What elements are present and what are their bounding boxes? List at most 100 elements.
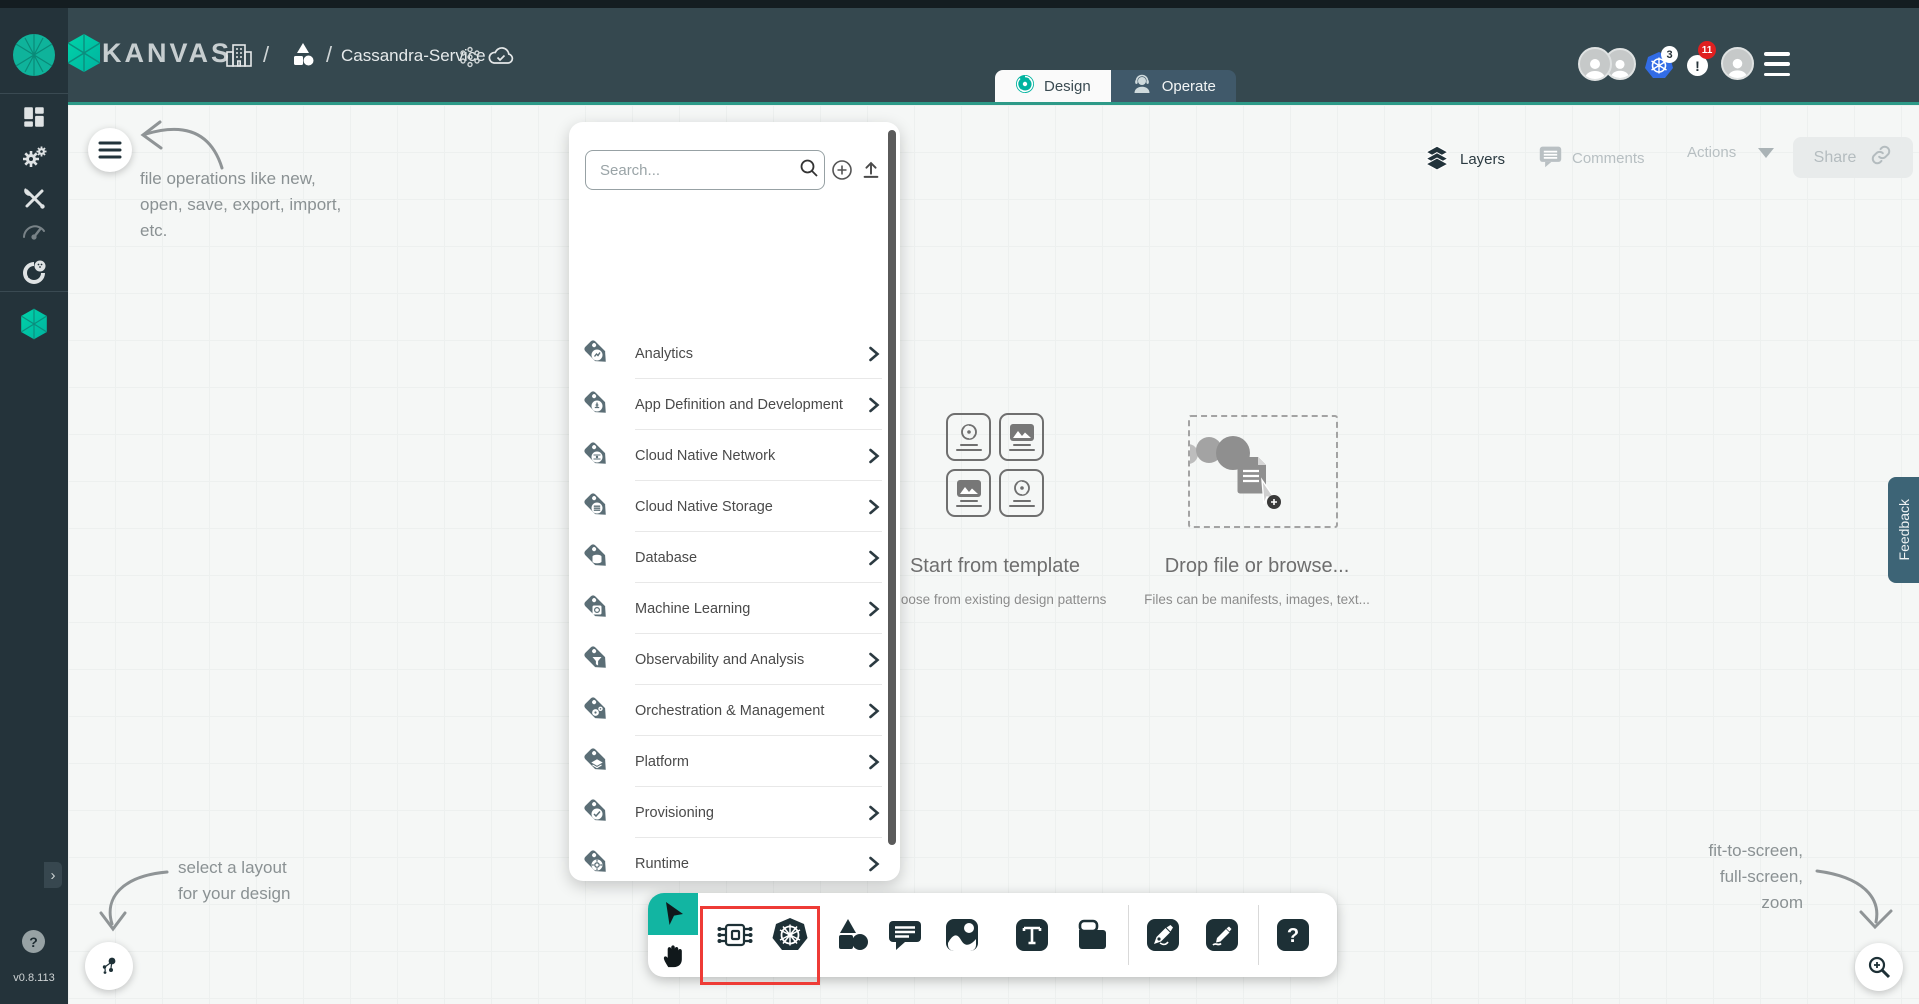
sidebar-divider <box>0 93 68 94</box>
upload-icon[interactable] <box>858 157 884 183</box>
sidebar-item-catalog[interactable] <box>0 259 68 287</box>
category-label: Cloud Native Network <box>635 448 868 464</box>
category-row-app-definition[interactable]: App Definition and Development <box>569 379 900 430</box>
category-label: Runtime <box>635 856 868 872</box>
chevron-right-icon <box>868 397 880 413</box>
actions-menu[interactable]: Actions <box>1687 144 1774 161</box>
category-row-cloud-native-network[interactable]: Cloud Native Network <box>569 430 900 481</box>
category-label: Analytics <box>635 346 868 362</box>
annotation-zoom-controls: fit-to-screen, full-screen, zoom <box>1709 838 1803 916</box>
template-card-image-icon <box>999 413 1044 461</box>
category-label: App Definition and Development <box>635 397 868 413</box>
template-card-image-icon <box>946 469 991 517</box>
chevron-right-icon <box>868 550 880 566</box>
pan-tool[interactable] <box>648 935 698 977</box>
sidebar-divider <box>0 291 68 292</box>
chevron-right-icon <box>868 601 880 617</box>
category-row-analytics[interactable]: Analytics <box>569 328 900 379</box>
start-from-template-widget[interactable] <box>946 413 1044 517</box>
app-sidebar: › ? v0.8.113 <box>0 8 68 1004</box>
workspace-icon[interactable] <box>288 41 318 76</box>
category-label: Machine Learning <box>635 601 868 617</box>
category-label: Database <box>635 550 868 566</box>
canvas-toolbar: ? <box>648 893 1337 977</box>
sidebar-item-settings[interactable] <box>0 144 68 170</box>
design-logo-icon <box>1015 74 1035 98</box>
integration-chip-icon <box>715 918 755 952</box>
tag-icon <box>581 490 615 524</box>
freehand-draw-tool[interactable] <box>1194 893 1250 977</box>
category-label: Provisioning <box>635 805 868 821</box>
apply-layout-button[interactable] <box>85 942 133 990</box>
operator-headset-icon <box>1131 73 1153 99</box>
header-menu-icon[interactable] <box>1764 52 1790 76</box>
mode-tabs: Design Operate <box>995 70 1236 102</box>
kubernetes-tool[interactable] <box>762 893 818 977</box>
toolbar-help-tool[interactable]: ? <box>1265 893 1321 977</box>
category-row-orchestration[interactable]: Orchestration & Management <box>569 685 900 736</box>
select-tool[interactable] <box>648 893 698 935</box>
sidebar-item-kanvas[interactable] <box>0 308 68 340</box>
canvas-menu-button[interactable] <box>88 128 132 172</box>
template-card-design-icon <box>999 469 1044 517</box>
component-tool[interactable] <box>707 893 763 977</box>
tag-icon <box>581 847 615 881</box>
comments-toggle[interactable]: Comments <box>1538 144 1645 173</box>
category-row-database[interactable]: Database <box>569 532 900 583</box>
category-row-cloud-native-storage[interactable]: Cloud Native Storage <box>569 481 900 532</box>
file-dropzone[interactable] <box>1188 415 1338 528</box>
cloud-sync-icon[interactable] <box>487 45 515 74</box>
comment-tool[interactable] <box>877 893 933 977</box>
sidebar-item-dashboard[interactable] <box>0 104 68 130</box>
pencil-scribble-icon <box>1205 918 1239 952</box>
layers-toggle[interactable]: Layers <box>1424 144 1505 174</box>
text-tool[interactable] <box>1004 893 1060 977</box>
category-row-platform[interactable]: Platform <box>569 736 900 787</box>
search-icon <box>799 158 819 183</box>
tab-operate[interactable]: Operate <box>1111 70 1236 102</box>
pen-icon <box>1146 918 1180 952</box>
zoom-in-button[interactable] <box>1855 943 1903 991</box>
add-component-button[interactable] <box>829 157 855 183</box>
kanvas-logo-icon[interactable] <box>66 33 102 78</box>
annotation-select-layout: select a layout for your design <box>178 855 290 907</box>
organization-icon[interactable] <box>224 40 254 75</box>
collaborator-avatar[interactable] <box>1578 47 1612 81</box>
app-version: v0.8.113 <box>0 972 68 984</box>
category-row-runtime[interactable]: Runtime <box>569 838 900 881</box>
category-row-machine-learning[interactable]: Machine Learning <box>569 583 900 634</box>
sidebar-item-toolkit[interactable] <box>0 185 68 212</box>
chevron-right-icon <box>868 346 880 362</box>
chevron-right-icon <box>868 499 880 515</box>
meshery-logo-icon[interactable] <box>0 33 68 77</box>
dropzone-illustration <box>1190 417 1336 526</box>
help-button[interactable]: ? <box>22 930 45 953</box>
sidebar-expand-chevron[interactable]: › <box>44 862 62 888</box>
image-icon <box>945 918 979 952</box>
category-row-observability[interactable]: Observability and Analysis <box>569 634 900 685</box>
shapes-tool[interactable] <box>824 893 880 977</box>
annotation-shape-tool[interactable] <box>1064 893 1120 977</box>
tab-design[interactable]: Design <box>995 70 1111 102</box>
comments-icon <box>1538 144 1563 173</box>
feedback-tab[interactable]: Feedback <box>1888 477 1919 583</box>
search-box <box>585 150 825 190</box>
image-tool[interactable] <box>934 893 990 977</box>
text-icon <box>1015 918 1049 952</box>
category-row-provisioning[interactable]: Provisioning <box>569 787 900 838</box>
sidebar-item-performance[interactable] <box>0 220 68 244</box>
dropzone-subtitle: Files can be manifests, images, text... <box>1107 592 1407 607</box>
category-label: Platform <box>635 754 868 770</box>
breadcrumb-separator: / <box>263 42 269 68</box>
category-label: Orchestration & Management <box>635 703 868 719</box>
design-visibility-icon[interactable] <box>458 45 482 74</box>
search-input[interactable] <box>600 162 799 179</box>
chevron-right-icon <box>868 754 880 770</box>
user-avatar[interactable] <box>1721 47 1754 80</box>
tag-icon <box>581 694 615 728</box>
pen-tool[interactable] <box>1135 893 1191 977</box>
share-button[interactable]: Share <box>1793 137 1913 178</box>
toolbar-divider <box>1128 905 1129 965</box>
annotation-file-operations: file operations like new, open, save, ex… <box>140 166 341 244</box>
app-header: KANVAS / / Cassandra-Service <box>0 8 1919 105</box>
